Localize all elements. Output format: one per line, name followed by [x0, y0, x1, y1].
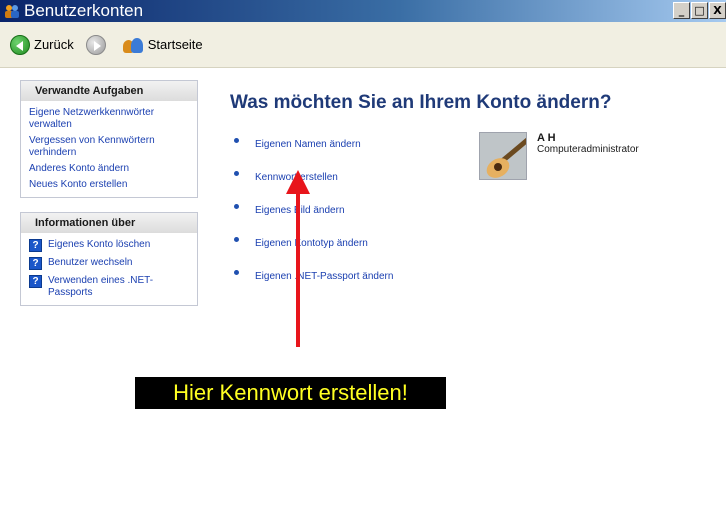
- navigation-toolbar: Zurück Startseite: [0, 22, 726, 68]
- help-icon: ?: [29, 257, 42, 270]
- info-item[interactable]: ? Verwenden eines .NET-Passports: [29, 275, 191, 299]
- info-item[interactable]: ? Eigenes Konto löschen: [29, 239, 191, 252]
- back-label: Zurück: [34, 37, 74, 52]
- task-link-create-account[interactable]: Neues Konto erstellen: [29, 179, 191, 191]
- task-link-prevent-forgotten[interactable]: Vergessen von Kennwörtern verhindern: [29, 135, 191, 159]
- annotation-arrow: [296, 190, 300, 347]
- home-button[interactable]: Startseite: [122, 36, 203, 54]
- info-link-delete-account[interactable]: Eigenes Konto löschen: [48, 239, 150, 251]
- related-tasks-pane: Verwandte Aufgaben Eigene Netzwerkkennwö…: [20, 80, 198, 198]
- bullet-icon: [234, 237, 239, 242]
- back-arrow-icon: [10, 34, 30, 55]
- forward-button[interactable]: [85, 34, 110, 55]
- bullet-icon: [234, 171, 239, 176]
- list-item: Eigenen .NET-Passport ändern: [234, 260, 393, 293]
- task-link-change-other-account[interactable]: Anderes Konto ändern: [29, 163, 191, 175]
- home-label: Startseite: [147, 37, 203, 52]
- list-item: Eigenen Namen ändern: [234, 128, 393, 161]
- option-change-net-passport[interactable]: Eigenen .NET-Passport ändern: [255, 271, 393, 282]
- maximize-button[interactable]: □: [691, 2, 708, 19]
- title-bar: Benutzerkonten _ □ X: [0, 0, 726, 22]
- list-item: Eigenen Kontotyp ändern: [234, 227, 393, 260]
- minimize-button[interactable]: _: [673, 2, 690, 19]
- user-role: Computeradministrator: [537, 144, 639, 155]
- annotation-callout: Hier Kennwort erstellen!: [135, 377, 446, 409]
- pane-title: Informationen über: [21, 213, 197, 233]
- forward-arrow-icon: [85, 34, 106, 55]
- close-button[interactable]: X: [709, 2, 726, 19]
- account-options-list: Eigenen Namen ändern Kennwort erstellen …: [234, 128, 393, 293]
- back-button[interactable]: Zurück: [10, 34, 74, 55]
- option-change-name[interactable]: Eigenen Namen ändern: [255, 139, 361, 150]
- user-name: A H: [537, 132, 556, 144]
- info-item[interactable]: ? Benutzer wechseln: [29, 257, 191, 270]
- bullet-icon: [234, 270, 239, 275]
- help-icon: ?: [29, 239, 42, 252]
- task-link-manage-passwords[interactable]: Eigene Netzwerkkennwörter verwalten: [29, 107, 191, 131]
- option-change-account-type[interactable]: Eigenen Kontotyp ändern: [255, 238, 368, 249]
- pane-title: Verwandte Aufgaben: [21, 81, 197, 101]
- info-link-net-passport[interactable]: Verwenden eines .NET-Passports: [48, 275, 191, 299]
- avatar: [479, 132, 527, 180]
- users-icon: [4, 3, 20, 19]
- user-card: A H Computeradministrator: [479, 132, 639, 180]
- list-item: Kennwort erstellen: [234, 161, 393, 194]
- info-pane: Informationen über ? Eigenes Konto lösch…: [20, 212, 198, 306]
- list-item: Eigenes Bild ändern: [234, 194, 393, 227]
- bullet-icon: [234, 204, 239, 209]
- page-title: Was möchten Sie an Ihrem Konto ändern?: [230, 92, 612, 113]
- users-icon: [122, 36, 144, 54]
- info-link-switch-user[interactable]: Benutzer wechseln: [48, 257, 133, 269]
- window-title: Benutzerkonten: [24, 1, 144, 20]
- bullet-icon: [234, 138, 239, 143]
- window-controls: _ □ X: [672, 2, 726, 19]
- help-icon: ?: [29, 275, 42, 288]
